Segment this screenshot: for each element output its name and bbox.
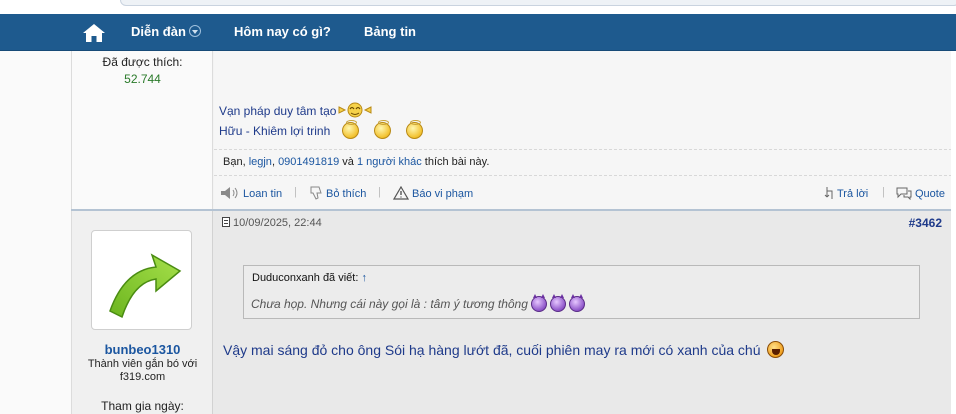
post-message-text: Vậy mai sáng đỏ cho ông Sói hạ hàng lướt… xyxy=(223,342,761,358)
laughing-smiley-icon xyxy=(766,341,784,358)
quote-jump-link[interactable]: ↑ xyxy=(361,272,367,284)
angel-smiley-icon xyxy=(342,120,360,139)
signature-text-2: Hữu - Khiêm lợi trinh xyxy=(219,124,331,138)
quote-label: Quote xyxy=(915,188,945,200)
post-number-link[interactable]: #3462 xyxy=(909,216,942,230)
unlike-button[interactable]: Bỏ thích xyxy=(309,186,366,200)
signature-line-1: Vạn pháp duy tâm tạo xyxy=(219,101,432,121)
post-date: 10/09/2025, 22:44 xyxy=(222,217,322,229)
likes-prefix: Bạn, xyxy=(223,156,249,168)
page-edge xyxy=(951,51,956,414)
chevron-down-icon[interactable] xyxy=(188,25,201,37)
quote-header: Duduconxanh đã viết: ↑ xyxy=(252,272,367,284)
signature: Vạn pháp duy tâm tạo Hữu - Khiêm lợi tri… xyxy=(219,101,432,141)
report-button[interactable]: Báo vi phạm xyxy=(393,186,473,200)
clapping-smiley-icon xyxy=(338,102,372,118)
devil-smiley-icon xyxy=(530,294,547,312)
green-arrow-icon xyxy=(109,253,182,319)
quote-block: Duduconxanh đã viết: ↑ Chưa họp. Nhưng c… xyxy=(243,265,920,319)
post-content: Vạn pháp duy tâm tạo Hữu - Khiêm lợi tri… xyxy=(214,51,952,209)
action-separator: | xyxy=(882,186,885,198)
warning-icon xyxy=(393,186,409,200)
user-title: Thành viên gắn bó với f319.com xyxy=(87,358,198,383)
nav-newsfeed[interactable]: Bảng tin xyxy=(364,24,416,39)
quote-button[interactable]: Quote xyxy=(896,186,945,200)
home-icon[interactable] xyxy=(81,22,107,44)
post-date-text: 10/09/2025, 22:44 xyxy=(233,217,322,229)
likes-summary: Bạn, legjn, 0901491819 và 1 người khác t… xyxy=(214,149,952,176)
devil-smiley-icon xyxy=(549,294,566,312)
liker-link-1[interactable]: legjn xyxy=(249,156,272,168)
angel-smiley-icon xyxy=(406,120,424,139)
post-content: 10/09/2025, 22:44 #3462 Duduconxanh đã v… xyxy=(214,211,952,414)
nav-forums-label: Diễn đàn xyxy=(131,24,186,39)
action-separator: | xyxy=(378,186,381,198)
user-info-panel: Đã được thích: 52.744 xyxy=(72,51,213,209)
likers-others-link[interactable]: 1 người khác xyxy=(357,156,422,168)
speech-bubble-icon xyxy=(896,187,912,200)
joined-label: Tham gia ngày: xyxy=(101,399,184,413)
liked-label: Đã được thích: xyxy=(102,55,183,69)
post-actions: Loan tin | Bỏ thích | Báo vi phạm Trả lờ… xyxy=(214,178,952,208)
username-link[interactable]: bunbeo1310 xyxy=(72,342,213,357)
user-info-panel: bunbeo1310 Thành viên gắn bó với f319.co… xyxy=(72,211,213,414)
thumbs-down-icon xyxy=(310,186,322,200)
devil-smiley-icon xyxy=(568,294,585,312)
search-bar[interactable] xyxy=(120,0,956,6)
post-previous: Đã được thích: 52.744 Vạn pháp duy tâm t… xyxy=(71,51,952,209)
reply-label: Trả lời xyxy=(837,188,869,200)
nav-forums[interactable]: Diễn đàn xyxy=(131,24,201,39)
report-label: Báo vi phạm xyxy=(412,188,474,200)
share-label: Loan tin xyxy=(243,188,283,200)
likes-and: và xyxy=(339,156,357,168)
quote-text: Chưa họp. Nhưng cái này gọi là : tâm ý t… xyxy=(251,297,528,311)
signature-text-1: Vạn pháp duy tâm tạo xyxy=(219,104,337,118)
liked-count: 52.744 xyxy=(124,72,161,86)
likes-suffix: thích bài này. xyxy=(421,156,490,168)
nav-today[interactable]: Hôm nay có gì? xyxy=(234,24,331,39)
post-message: Vậy mai sáng đỏ cho ông Sói hạ hàng lướt… xyxy=(223,341,784,358)
signature-line-2: Hữu - Khiêm lợi trinh xyxy=(219,120,432,141)
quote-body: Chưa họp. Nhưng cái này gọi là : tâm ý t… xyxy=(251,294,585,312)
post-current: bunbeo1310 Thành viên gắn bó với f319.co… xyxy=(71,211,952,414)
reply-button[interactable]: Trả lời xyxy=(824,186,868,200)
avatar[interactable] xyxy=(91,230,192,330)
top-strip xyxy=(0,0,956,14)
quote-author: Duduconxanh đã viết: xyxy=(252,272,359,284)
main-navbar: Diễn đàn Hôm nay có gì? Bảng tin xyxy=(0,14,956,51)
action-separator: | xyxy=(294,186,297,198)
share-button[interactable]: Loan tin xyxy=(220,186,282,200)
liker-link-2[interactable]: 0901491819 xyxy=(278,156,339,168)
reply-arrow-icon xyxy=(824,187,833,199)
document-icon xyxy=(222,217,230,227)
angel-smiley-icon xyxy=(374,120,392,139)
unlike-label: Bỏ thích xyxy=(326,188,367,200)
speaker-icon xyxy=(221,187,238,199)
